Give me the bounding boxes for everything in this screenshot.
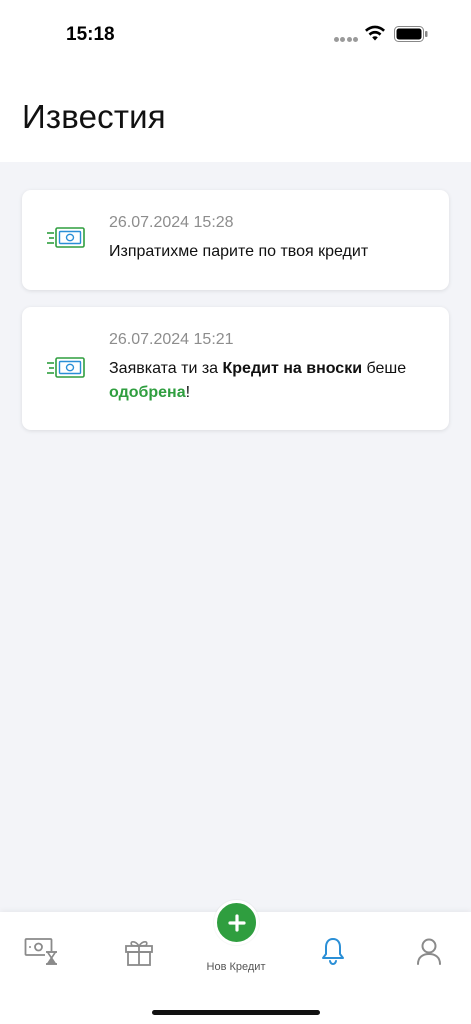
gift-icon (125, 941, 153, 966)
notification-card[interactable]: 26.07.2024 15:21 Заявката ти за Кредит н… (22, 307, 449, 430)
status-bar: 15:18 (0, 0, 471, 70)
tab-gifts[interactable] (124, 938, 154, 971)
user-icon (417, 938, 441, 965)
home-indicator (152, 1010, 320, 1015)
wifi-icon (365, 25, 385, 41)
notification-text-middle: беше (362, 360, 407, 377)
notification-date: 26.07.2024 15:28 (109, 214, 234, 231)
money-transfer-icon (47, 357, 85, 378)
bottom-tab-bar: Нов Кредит (0, 900, 471, 1024)
notification-text-prefix: Заявката ти за (109, 360, 223, 377)
new-credit-label: Нов Кредит (206, 961, 266, 973)
bell-icon (322, 938, 344, 966)
notification-card[interactable]: 26.07.2024 15:28 Изпратихме парите по тв… (22, 190, 449, 290)
battery-icon (394, 26, 428, 42)
notification-status: одобрена (109, 384, 186, 401)
tab-profile[interactable] (416, 937, 442, 970)
tab-notifications[interactable] (320, 936, 346, 971)
cellular-signal-icon (334, 37, 358, 43)
tab-loans[interactable] (24, 936, 60, 971)
notification-text-suffix: ! (185, 384, 191, 401)
tab-new-credit[interactable]: Нов Кредит (190, 900, 282, 982)
money-hourglass-icon (24, 938, 58, 965)
plus-icon (227, 913, 246, 932)
new-credit-button[interactable] (214, 900, 259, 945)
notification-date: 26.07.2024 15:21 (109, 331, 234, 348)
notification-product-name: Кредит на вноски (222, 360, 363, 377)
money-transfer-icon (47, 227, 85, 248)
notification-text: Заявката ти за Кредит на вноски беше одо… (109, 357, 429, 405)
notification-text: Изпратихме парите по твоя кредит (109, 243, 369, 260)
status-time: 15:18 (66, 24, 115, 45)
page-title: Известия (22, 98, 166, 135)
page-header: Известия (0, 70, 471, 162)
